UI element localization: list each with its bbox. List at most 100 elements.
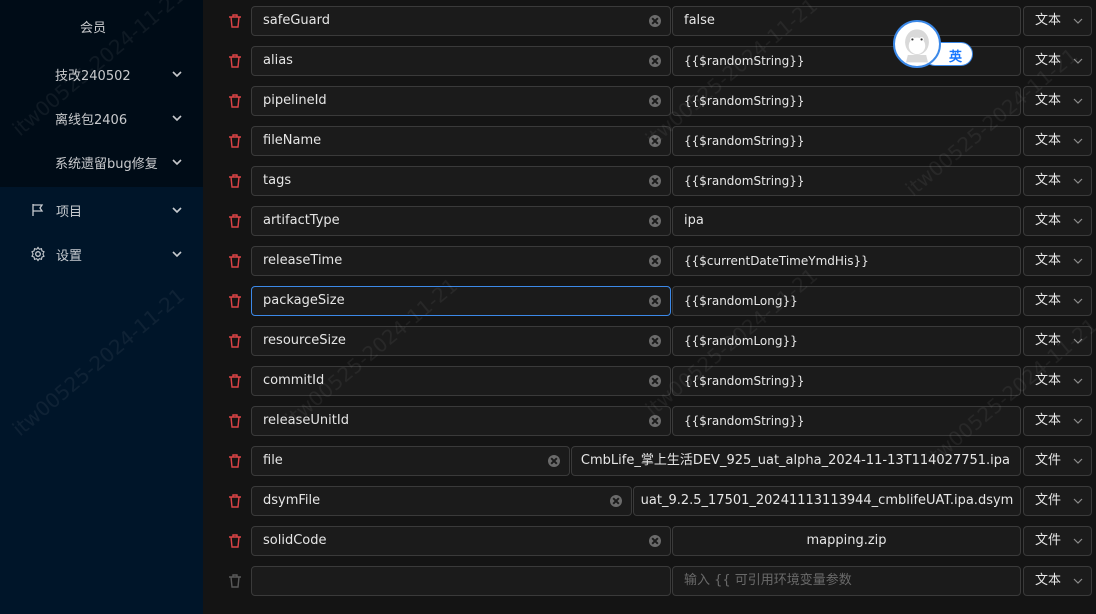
trash-icon[interactable] (227, 213, 243, 229)
param-key-text: packageSize (263, 293, 345, 308)
param-type-text: 文本 (1035, 413, 1062, 428)
param-type-select[interactable]: 文本 (1023, 46, 1092, 76)
param-type-select[interactable]: 文本 (1023, 366, 1092, 396)
sidebar-item-settings[interactable]: 设置 (0, 234, 203, 274)
trash-icon[interactable] (227, 13, 243, 29)
param-type-select[interactable]: 文件 (1023, 526, 1092, 556)
param-value-text: {{$currentDateTimeYmdHis}} (684, 254, 869, 268)
clear-icon[interactable] (649, 95, 661, 107)
trash-icon[interactable] (227, 293, 243, 309)
param-key-input[interactable]: releaseUnitId (251, 406, 671, 436)
chevron-down-icon (1073, 338, 1083, 344)
param-value-input[interactable]: ipa (672, 206, 1021, 236)
clear-icon[interactable] (649, 415, 661, 427)
sidebar-item-jigai240502[interactable]: 技改240502 (0, 54, 203, 94)
param-type-select[interactable]: 文本 (1023, 246, 1092, 276)
file-upload-button[interactable]: mapping.zip (672, 526, 1021, 556)
chevron-down-icon (1073, 538, 1083, 544)
param-value-input[interactable]: {{$randomString}} (672, 366, 1021, 396)
param-value-input[interactable]: {{$randomString}} (672, 86, 1021, 116)
trash-icon[interactable] (227, 253, 243, 269)
param-value-text: {{$randomString}} (684, 134, 805, 148)
trash-icon[interactable] (227, 373, 243, 389)
param-row: commitId {{$randomString}} 文本 (203, 364, 1096, 398)
trash-icon[interactable] (227, 173, 243, 189)
param-type-select[interactable]: 文本 (1023, 406, 1092, 436)
param-row: resourceSize {{$randomLong}} 文本 (203, 324, 1096, 358)
param-key-input[interactable]: releaseTime (251, 246, 671, 276)
param-key-input[interactable]: safeGuard (251, 6, 671, 36)
param-type-select[interactable]: 文件 (1023, 486, 1092, 516)
param-key-input[interactable]: fileName (251, 126, 671, 156)
param-type-text: 文本 (1035, 573, 1062, 588)
param-value-input[interactable]: {{$randomLong}} (672, 286, 1021, 316)
param-type-select[interactable]: 文本 (1023, 126, 1092, 156)
param-row: packageSize {{$randomLong}} 文本 (203, 284, 1096, 318)
param-key-input[interactable]: file (251, 446, 570, 476)
param-type-select[interactable]: 文本 (1023, 206, 1092, 236)
param-key-input[interactable]: tags (251, 166, 671, 196)
param-key-text: fileName (263, 133, 322, 148)
ime-language-label: 英 (949, 50, 963, 65)
clear-icon[interactable] (649, 55, 661, 67)
file-upload-button[interactable]: uat_9.2.5_17501_20241113113944_cmblifeUA… (633, 486, 1021, 516)
trash-icon[interactable] (227, 93, 243, 109)
param-type-select[interactable]: 文件 (1023, 446, 1092, 476)
trash-icon[interactable] (227, 333, 243, 349)
clear-icon[interactable] (649, 175, 661, 187)
file-upload-button[interactable]: CmbLife_掌上生活DEV_925_uat_alpha_2024-11-13… (571, 446, 1021, 476)
param-value-input[interactable]: {{$randomString}} (672, 406, 1021, 436)
chevron-down-icon (1073, 258, 1083, 264)
param-type-select[interactable]: 文本 (1023, 326, 1092, 356)
param-type-text: 文本 (1035, 253, 1062, 268)
param-key-text: file (263, 453, 283, 468)
param-value-input[interactable]: 输入 {{ 可引用环境变量参数 (672, 566, 1021, 596)
trash-icon[interactable] (227, 53, 243, 69)
trash-icon[interactable] (227, 413, 243, 429)
param-key-input[interactable]: packageSize (251, 286, 671, 316)
param-type-select[interactable]: 文本 (1023, 286, 1092, 316)
chevron-down-icon (1073, 498, 1083, 504)
param-type-text: 文本 (1035, 133, 1062, 148)
clear-icon[interactable] (649, 535, 661, 547)
param-value-input[interactable]: {{$randomLong}} (672, 326, 1021, 356)
clear-icon[interactable] (548, 455, 560, 467)
param-type-select[interactable]: 文本 (1023, 86, 1092, 116)
param-key-input[interactable]: commitId (251, 366, 671, 396)
clear-icon[interactable] (649, 255, 661, 267)
sidebar-item-project[interactable]: 项目 (0, 190, 203, 230)
param-key-input[interactable]: alias (251, 46, 671, 76)
chevron-down-icon (1073, 178, 1083, 184)
sidebar-item-offline-pack[interactable]: 离线包2406 (0, 98, 203, 138)
ime-indicator[interactable]: 英 (893, 20, 975, 70)
chevron-down-icon (1073, 138, 1083, 144)
sidebar-item-member[interactable]: 会员 (0, 6, 203, 46)
param-key-input[interactable] (251, 566, 671, 596)
param-key-input[interactable]: resourceSize (251, 326, 671, 356)
param-key-input[interactable]: pipelineId (251, 86, 671, 116)
trash-icon[interactable] (227, 453, 243, 469)
clear-icon[interactable] (649, 15, 661, 27)
trash-icon[interactable] (227, 493, 243, 509)
param-type-select[interactable]: 文本 (1023, 166, 1092, 196)
param-value-input[interactable]: {{$currentDateTimeYmdHis}} (672, 246, 1021, 276)
clear-icon[interactable] (649, 135, 661, 147)
clear-icon[interactable] (649, 335, 661, 347)
param-type-select[interactable]: 文本 (1023, 6, 1092, 36)
param-value-input[interactable]: {{$randomString}} (672, 166, 1021, 196)
clear-icon[interactable] (649, 215, 661, 227)
trash-icon[interactable] (227, 533, 243, 549)
clear-icon[interactable] (649, 295, 661, 307)
param-row: pipelineId {{$randomString}} 文本 (203, 84, 1096, 118)
trash-icon[interactable] (227, 133, 243, 149)
param-value-input[interactable]: {{$randomString}} (672, 126, 1021, 156)
param-type-select[interactable]: 文本 (1023, 566, 1092, 596)
param-key-input[interactable]: solidCode (251, 526, 671, 556)
clear-icon[interactable] (610, 495, 622, 507)
param-key-input[interactable]: dsymFile (251, 486, 632, 516)
clear-icon[interactable] (649, 375, 661, 387)
watermark: itw00525-2024-11-21 (7, 283, 190, 441)
param-key-input[interactable]: artifactType (251, 206, 671, 236)
sidebar-item-legacy-bug[interactable]: 系统遗留bug修复 (0, 142, 203, 182)
chevron-down-icon (172, 207, 182, 214)
